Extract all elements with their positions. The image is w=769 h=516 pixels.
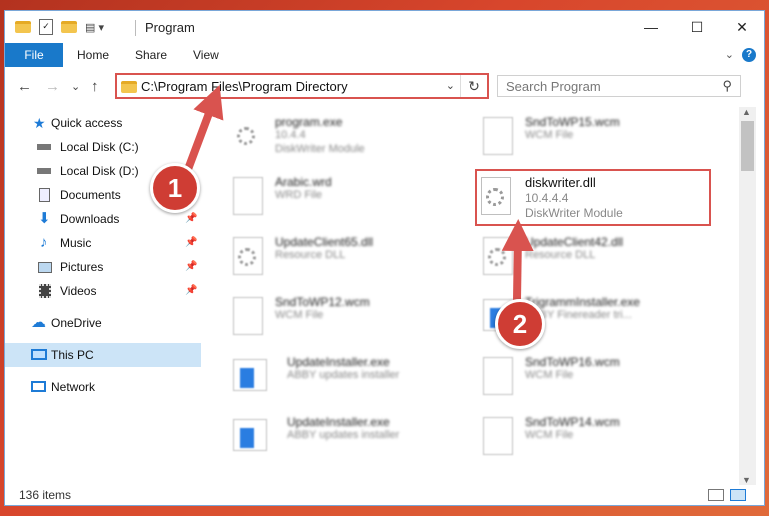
step-badge-2: 2 <box>495 299 545 349</box>
step-badge-1: 1 <box>150 163 200 213</box>
annotation-arrows <box>180 85 534 301</box>
arrow-to-dll-file <box>501 219 534 301</box>
